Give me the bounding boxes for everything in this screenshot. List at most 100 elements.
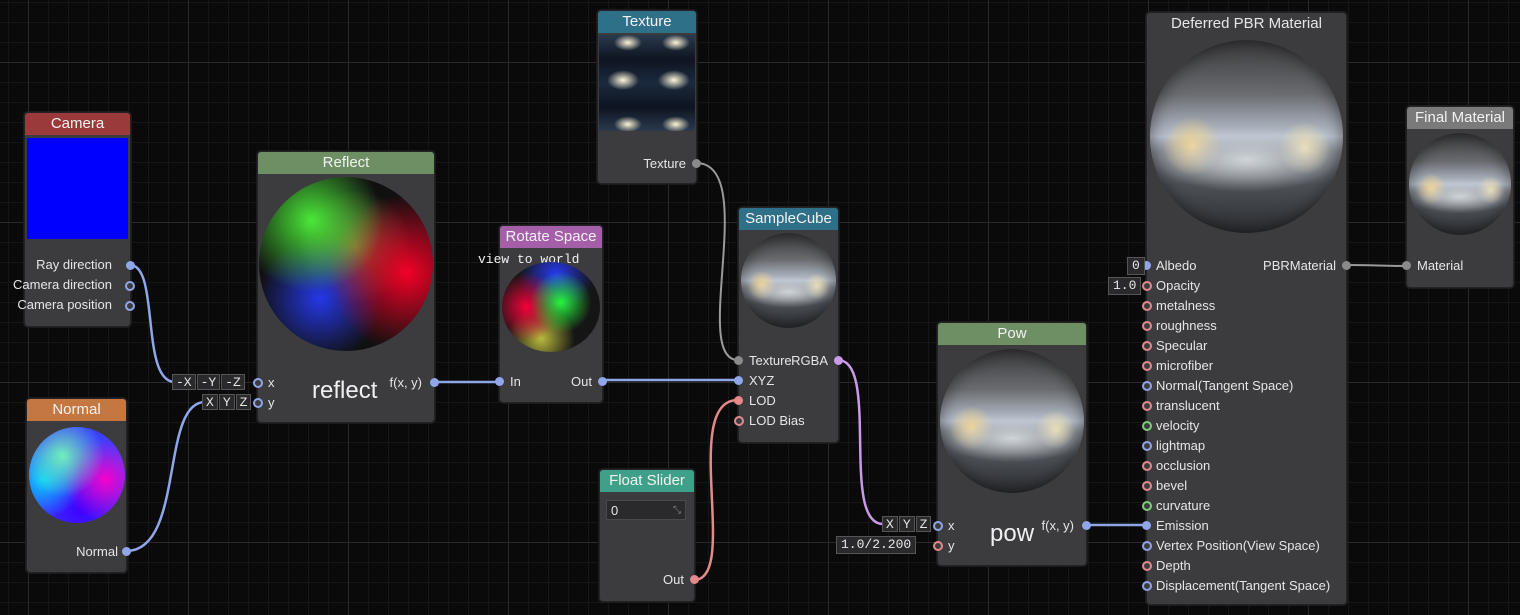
port-samplecube-rgba[interactable]: RGBA: [791, 351, 828, 371]
socket-pow-y[interactable]: [933, 541, 943, 551]
reflect-node[interactable]: Reflect reflect f(x, y) x y: [253, 151, 439, 423]
swizzle-x[interactable]: -X: [172, 374, 196, 390]
final-material-node[interactable]: Final Material Material: [1402, 106, 1514, 288]
socket-reflect-x[interactable]: [253, 378, 263, 388]
socket-camera-direction[interactable]: [125, 281, 135, 291]
socket-texture-out[interactable]: [692, 159, 701, 168]
port-texture-out[interactable]: Texture: [643, 154, 686, 174]
port-rotate-out[interactable]: Out: [571, 372, 592, 392]
port-final-material[interactable]: Material: [1417, 256, 1463, 276]
socket-rotate-out[interactable]: [598, 377, 607, 386]
socket-final-material[interactable]: [1402, 261, 1411, 270]
socket-bevel[interactable]: [1142, 481, 1152, 491]
camera-node[interactable]: Camera Ray direction Camera direction Ca…: [13, 112, 135, 327]
socket-samplecube-lod-bias[interactable]: [734, 416, 744, 426]
socket-ray-direction[interactable]: [126, 261, 135, 270]
swizzle-y[interactable]: -Y: [196, 374, 221, 390]
port-metalness[interactable]: metalness: [1156, 296, 1215, 316]
swizzle-z[interactable]: Z: [235, 394, 252, 410]
texture-node[interactable]: Texture Texture: [597, 10, 701, 184]
resize-icon[interactable]: ⤡: [673, 501, 681, 521]
normal-node[interactable]: Normal Normal: [26, 398, 131, 573]
port-pbr-output[interactable]: PBRMaterial: [1263, 256, 1336, 276]
port-displacement[interactable]: Displacement(Tangent Space): [1156, 576, 1330, 596]
swizzle-x[interactable]: X: [202, 394, 218, 410]
port-microfiber[interactable]: microfiber: [1156, 356, 1213, 376]
socket-specular[interactable]: [1142, 341, 1152, 351]
socket-pbr-output[interactable]: [1342, 261, 1351, 270]
socket-curvature[interactable]: [1142, 501, 1152, 511]
socket-metalness[interactable]: [1142, 301, 1152, 311]
port-samplecube-lod[interactable]: LOD: [749, 391, 776, 411]
rotate-space-node[interactable]: Rotate Space view to world In Out: [478, 225, 607, 403]
swizzle-x[interactable]: X: [882, 516, 898, 532]
pow-node[interactable]: Pow pow f(x, y) x y: [933, 322, 1091, 566]
socket-normal[interactable]: [122, 547, 131, 556]
socket-camera-position[interactable]: [125, 301, 135, 311]
float-slider-node[interactable]: Float Slider 0 ⤡ Out: [599, 469, 699, 602]
port-velocity[interactable]: velocity: [1156, 416, 1199, 436]
port-bevel[interactable]: bevel: [1156, 476, 1187, 496]
socket-slider-out[interactable]: [690, 575, 699, 584]
socket-velocity[interactable]: [1142, 421, 1152, 431]
socket-roughness[interactable]: [1142, 321, 1152, 331]
reflect-x-swizzle[interactable]: -X -Y -Z: [172, 374, 245, 390]
albedo-value[interactable]: 0: [1127, 257, 1145, 275]
port-pow-x[interactable]: x: [948, 516, 955, 536]
port-curvature[interactable]: curvature: [1156, 496, 1210, 516]
port-translucent[interactable]: translucent: [1156, 396, 1220, 416]
socket-pow-output[interactable]: [1082, 521, 1091, 530]
socket-samplecube-rgba[interactable]: [834, 356, 843, 365]
socket-depth[interactable]: [1142, 561, 1152, 571]
port-emission[interactable]: Emission: [1156, 516, 1209, 536]
port-pow-y[interactable]: y: [948, 536, 955, 556]
port-lightmap[interactable]: lightmap: [1156, 436, 1205, 456]
socket-reflect-output[interactable]: [430, 378, 439, 387]
port-ray-direction[interactable]: Ray direction: [36, 255, 112, 275]
swizzle-z[interactable]: Z: [915, 516, 932, 532]
port-slider-out[interactable]: Out: [663, 570, 684, 590]
swizzle-z[interactable]: -Z: [221, 374, 245, 390]
socket-displacement[interactable]: [1142, 581, 1152, 591]
socket-samplecube-xyz[interactable]: [734, 376, 743, 385]
port-normal-tangent[interactable]: Normal(Tangent Space): [1156, 376, 1293, 396]
port-opacity[interactable]: Opacity: [1156, 276, 1200, 296]
port-albedo[interactable]: Albedo: [1156, 256, 1196, 276]
samplecube-node[interactable]: SampleCube Texture XYZ LOD LOD Bias RGBA: [734, 207, 843, 443]
socket-rotate-in[interactable]: [495, 377, 504, 386]
socket-lightmap[interactable]: [1142, 441, 1152, 451]
socket-pow-x[interactable]: [933, 521, 943, 531]
port-reflect-x[interactable]: x: [268, 373, 275, 393]
port-reflect-y[interactable]: y: [268, 393, 275, 413]
socket-microfiber[interactable]: [1142, 361, 1152, 371]
socket-reflect-y[interactable]: [253, 398, 263, 408]
port-camera-position[interactable]: Camera position: [17, 295, 112, 315]
float-slider-input[interactable]: 0 ⤡: [606, 500, 686, 520]
socket-normal-tangent[interactable]: [1142, 381, 1152, 391]
pow-x-swizzle[interactable]: X Y Z: [882, 516, 932, 532]
port-camera-direction[interactable]: Camera direction: [13, 275, 112, 295]
socket-samplecube-lod[interactable]: [734, 396, 743, 405]
swizzle-y[interactable]: Y: [218, 394, 235, 410]
opacity-value[interactable]: 1.0: [1108, 277, 1142, 295]
port-occlusion[interactable]: occlusion: [1156, 456, 1210, 476]
pow-y-value[interactable]: 1.0/2.200: [836, 536, 917, 554]
socket-vertex-position[interactable]: [1142, 541, 1152, 551]
pbr-material-node[interactable]: Deferred PBR Material PBRMaterial Albedo…: [1142, 12, 1351, 605]
port-samplecube-texture[interactable]: Texture: [749, 351, 792, 371]
socket-translucent[interactable]: [1142, 401, 1152, 411]
socket-opacity[interactable]: [1142, 281, 1152, 291]
swizzle-y[interactable]: Y: [898, 516, 915, 532]
port-samplecube-xyz[interactable]: XYZ: [749, 371, 774, 391]
port-samplecube-lod-bias[interactable]: LOD Bias: [749, 411, 805, 431]
port-vertex-position[interactable]: Vertex Position(View Space): [1156, 536, 1320, 556]
port-roughness[interactable]: roughness: [1156, 316, 1217, 336]
port-rotate-in[interactable]: In: [510, 372, 521, 392]
port-specular[interactable]: Specular: [1156, 336, 1207, 356]
socket-occlusion[interactable]: [1142, 461, 1152, 471]
port-normal[interactable]: Normal: [76, 542, 118, 562]
socket-samplecube-texture[interactable]: [734, 356, 743, 365]
port-depth[interactable]: Depth: [1156, 556, 1191, 576]
socket-emission[interactable]: [1142, 521, 1151, 530]
reflect-y-swizzle[interactable]: X Y Z: [202, 394, 252, 410]
